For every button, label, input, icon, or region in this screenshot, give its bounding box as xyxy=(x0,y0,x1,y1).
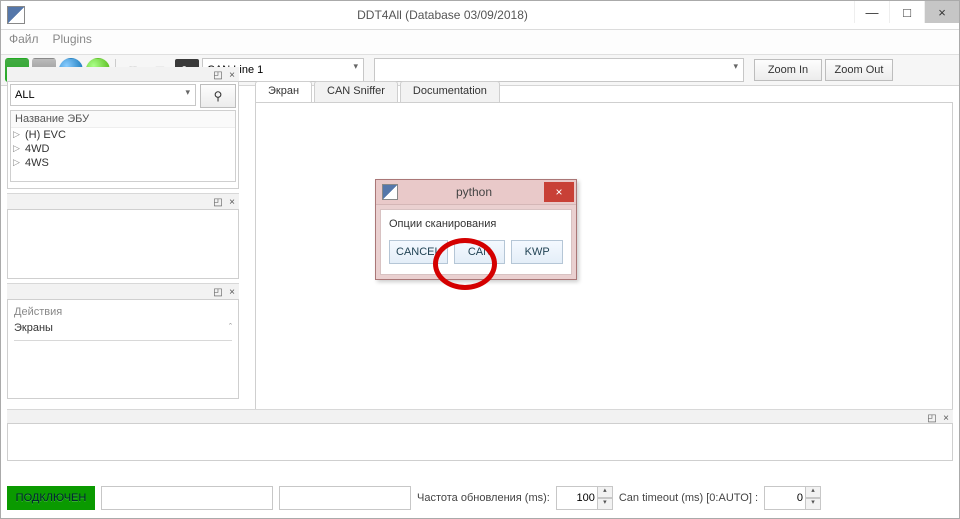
dialog-titlebar[interactable]: python × xyxy=(376,180,576,205)
close-panel-icon[interactable]: × xyxy=(939,413,953,424)
dialog-message: Опции сканирования xyxy=(389,218,563,230)
tab-sniffer[interactable]: CAN Sniffer xyxy=(314,81,398,103)
kwp-button[interactable]: KWP xyxy=(511,240,563,264)
actions-panel: Действия Экраны ˆ xyxy=(7,299,239,399)
ecu-filter-panel: ⚲ Название ЭБУ (H) EVC 4WD 4WS xyxy=(7,81,239,189)
tree-item-4wd[interactable]: 4WD xyxy=(11,142,235,156)
refresh-spinner[interactable]: ▴▾ xyxy=(556,486,613,510)
filter-value[interactable] xyxy=(10,84,196,106)
close-panel-icon[interactable]: × xyxy=(225,197,239,208)
timeout-spinner[interactable]: ▴▾ xyxy=(764,486,821,510)
tabs: Экран CAN Sniffer Documentation xyxy=(255,81,953,103)
tree-item-evc[interactable]: (H) EVC xyxy=(11,128,235,142)
spin-down-icon[interactable]: ▾ xyxy=(805,498,821,510)
dialog-body: Опции сканирования CANCEL CAN KWP xyxy=(380,209,572,275)
tab-screen[interactable]: Экран xyxy=(255,81,312,103)
app-icon xyxy=(7,6,25,24)
zoom-in-button[interactable]: Zoom In xyxy=(754,59,822,81)
refresh-input[interactable] xyxy=(556,486,598,510)
zoom-out-button[interactable]: Zoom Out xyxy=(825,59,893,81)
actions-header: Действия xyxy=(8,300,238,320)
window-title: DDT4All (Database 03/09/2018) xyxy=(31,8,854,22)
maximize-button[interactable]: □ xyxy=(889,1,924,23)
spin-up-icon[interactable]: ▴ xyxy=(597,486,613,498)
actions-item-screens[interactable]: Экраны ˆ xyxy=(14,322,232,341)
dialog-title: python xyxy=(404,185,544,199)
cancel-button[interactable]: CANCEL xyxy=(389,240,448,264)
titlebar: DDT4All (Database 03/09/2018) — □ × xyxy=(1,1,959,30)
refresh-label: Частота обновления (ms): xyxy=(417,492,550,504)
app-window: DDT4All (Database 03/09/2018) — □ × Файл… xyxy=(0,0,960,519)
chevron-up-icon: ˆ xyxy=(229,322,232,332)
scan-options-dialog: python × Опции сканирования CANCEL CAN K… xyxy=(375,179,577,280)
menu-file[interactable]: Файл xyxy=(9,32,39,52)
timeout-input[interactable] xyxy=(764,486,806,510)
status-field-1 xyxy=(101,486,273,510)
detach-icon[interactable]: ◰ xyxy=(211,70,225,81)
detach-icon[interactable]: ◰ xyxy=(211,287,225,298)
bottom-strip-panel xyxy=(7,423,953,461)
ecu-select[interactable] xyxy=(374,58,744,82)
actions-item-label: Экраны xyxy=(14,322,53,334)
close-button[interactable]: × xyxy=(924,1,959,23)
ecu-select-value[interactable] xyxy=(374,58,744,82)
tree-header: Название ЭБУ xyxy=(11,111,235,128)
menu-plugins[interactable]: Plugins xyxy=(53,32,92,52)
ecu-tree[interactable]: Название ЭБУ (H) EVC 4WD 4WS xyxy=(10,110,236,182)
screen-panel xyxy=(255,102,953,432)
detach-icon[interactable]: ◰ xyxy=(211,197,225,208)
python-icon xyxy=(382,184,398,200)
connection-status: ПОДКЛЮЧЕН xyxy=(7,486,95,510)
tree-item-4ws[interactable]: 4WS xyxy=(11,156,235,170)
search-icon: ⚲ xyxy=(214,89,223,103)
window-controls: — □ × xyxy=(854,1,959,29)
dialog-close-button[interactable]: × xyxy=(544,182,574,202)
middle-panel xyxy=(7,209,239,279)
close-panel-icon[interactable]: × xyxy=(225,70,239,81)
filter-row: ⚲ xyxy=(8,82,238,110)
statusbar: ПОДКЛЮЧЕН Частота обновления (ms): ▴▾ Ca… xyxy=(7,484,953,512)
detach-icon[interactable]: ◰ xyxy=(925,413,939,424)
status-field-2 xyxy=(279,486,411,510)
menubar: Файл Plugins xyxy=(1,30,959,55)
filter-select[interactable] xyxy=(10,84,196,108)
can-button[interactable]: CAN xyxy=(454,240,506,264)
spin-down-icon[interactable]: ▾ xyxy=(597,498,613,510)
close-panel-icon[interactable]: × xyxy=(225,287,239,298)
dialog-buttons: CANCEL CAN KWP xyxy=(389,240,563,264)
search-button[interactable]: ⚲ xyxy=(200,84,236,108)
minimize-button[interactable]: — xyxy=(854,1,889,23)
spin-up-icon[interactable]: ▴ xyxy=(805,486,821,498)
tab-docs[interactable]: Documentation xyxy=(400,81,500,103)
timeout-label: Can timeout (ms) [0:AUTO] : xyxy=(619,492,758,504)
